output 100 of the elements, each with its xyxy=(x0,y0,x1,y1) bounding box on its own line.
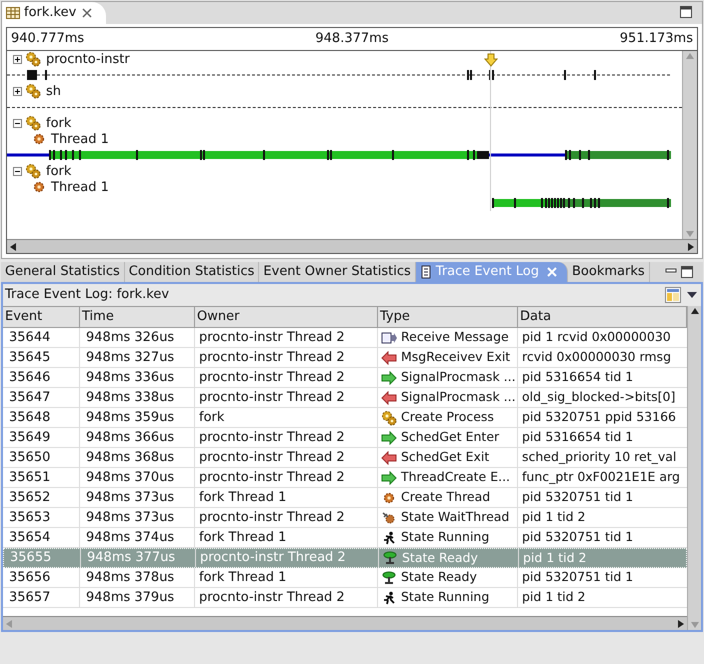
table-cell-text: 948ms 368us xyxy=(86,448,174,467)
table-cell-text: pid 5320751 tid 1 xyxy=(522,568,634,586)
collapse-icon[interactable] xyxy=(13,118,22,128)
time-label: 951.173ms xyxy=(620,30,693,48)
table-cell-text: pid 1 rcvid 0x00000030 xyxy=(522,328,671,346)
table-row[interactable]: 35656 948ms 378us fork Thread 1 State Ready pid 5320751 tid 1 xyxy=(3,568,687,588)
table-cell-text: 35656 xyxy=(9,568,50,587)
table-row[interactable]: 35652 948ms 373us fork Thread 1 Create Thread pid 5320751 tid 1 xyxy=(3,488,687,508)
table-cell-text: 35655 xyxy=(10,549,52,568)
gear-icon xyxy=(33,181,45,193)
right-arrow-icon xyxy=(381,370,397,384)
gears-icon xyxy=(25,115,41,131)
table-cell-text: 948ms 359us xyxy=(86,408,174,427)
table-cell-text: 948ms 327us xyxy=(86,348,174,367)
table-cell-text: fork Thread 1 xyxy=(199,568,286,587)
dropdown-icon[interactable] xyxy=(687,292,697,298)
table-cell-text: old_sig_blocked->bits[0] xyxy=(522,388,676,406)
maximize-icon[interactable] xyxy=(681,266,693,278)
gears-icon xyxy=(25,83,41,99)
table-cell-text: 35644 xyxy=(9,328,50,347)
table-cell-text: pid 1 tid 2 xyxy=(522,588,586,606)
table-row[interactable]: 35651 948ms 370us procnto-instr Thread 2 ThreadCreate E... func_ptr 0xF0021E1E arg xyxy=(3,468,687,488)
table-cell-text: State Running xyxy=(401,528,490,546)
editor-tab[interactable]: fork.kev xyxy=(2,2,106,24)
table-icon xyxy=(6,7,20,19)
table-cell-text: procnto-instr Thread 2 xyxy=(199,388,345,407)
time-label: 948.377ms xyxy=(315,30,389,48)
column-header[interactable]: Event xyxy=(3,307,80,327)
table-cell-text: fork Thread 1 xyxy=(199,528,286,547)
collapse-icon[interactable] xyxy=(13,166,22,176)
scroll-icon xyxy=(420,265,432,279)
tree-item[interactable]: fork xyxy=(46,116,72,130)
table-cell-text: MsgReceivev Exit xyxy=(401,348,510,366)
table-row[interactable]: 35647 948ms 338us procnto-instr Thread 2 SignalProcmask ... old_sig_blocked->bits[0] xyxy=(3,388,687,408)
gears-icon xyxy=(25,163,41,179)
table-cell-text: 35648 xyxy=(9,408,50,427)
scrollbar[interactable] xyxy=(7,239,697,253)
expand-icon[interactable] xyxy=(13,86,22,96)
table-cell-text: procnto-instr Thread 2 xyxy=(199,348,345,367)
table-row[interactable]: 35644 948ms 326us procnto-instr Thread 2 Receive Message pid 1 rcvid 0x00000030 xyxy=(3,328,687,348)
left-arrow-icon xyxy=(381,390,397,404)
table-row[interactable]: 35657 948ms 379us procnto-instr Thread 2 State Running pid 1 tid 2 xyxy=(3,588,687,608)
right-arrow-icon[interactable] xyxy=(678,620,684,628)
table-cell-text: procnto-instr Thread 2 xyxy=(199,428,345,447)
table-cell-text: 35653 xyxy=(9,508,50,527)
ready-icon xyxy=(382,570,396,584)
table-row[interactable]: 35650 948ms 368us procnto-instr Thread 2 SchedGet Exit sched_priority 10 ret_val xyxy=(3,448,687,468)
up-arrow-icon[interactable] xyxy=(690,308,698,314)
table-cell-text: procnto-instr Thread 2 xyxy=(199,588,345,607)
expand-icon[interactable] xyxy=(13,54,22,64)
tree-item[interactable]: fork xyxy=(46,164,72,178)
column-header[interactable]: Time xyxy=(80,307,195,327)
table-cell-text: func_ptr 0xF0021E1E arg xyxy=(522,468,680,486)
table-cell-text: 948ms 373us xyxy=(86,508,174,527)
scrollbar[interactable] xyxy=(3,616,687,630)
table-cell-text: procnto-instr Thread 2 xyxy=(199,448,345,467)
column-header[interactable]: Owner xyxy=(195,307,378,327)
table-cell-text: 35650 xyxy=(9,448,50,467)
gear-icon xyxy=(383,492,395,504)
table-cell-text: 35647 xyxy=(9,388,50,407)
table-row[interactable]: 35645 948ms 327us procnto-instr Thread 2 MsgReceivev Exit rcvid 0x00000030 rmsg xyxy=(3,348,687,368)
table-cell-text: procnto-instr Thread 2 xyxy=(199,328,345,347)
table-cell-text: pid 5316654 tid 1 xyxy=(522,428,634,446)
down-arrow-icon xyxy=(484,53,498,67)
left-arrow-icon xyxy=(381,350,397,364)
table-cell-text: SignalProcmask ... xyxy=(401,388,516,406)
table-cell-text: procnto-instr Thread 2 xyxy=(199,508,345,527)
table-row[interactable]: 35653 948ms 373us procnto-instr Thread 2 State WaitThread pid 1 tid 2 xyxy=(3,508,687,528)
gears-icon xyxy=(25,51,41,67)
table-cell-text: rcvid 0x00000030 rmsg xyxy=(522,348,672,366)
table-cell-text: pid 5320751 ppid 53166 xyxy=(522,408,676,426)
table-cell-text: 948ms 326us xyxy=(86,328,174,347)
scrollbar[interactable] xyxy=(687,306,701,630)
tree-item[interactable]: sh xyxy=(46,84,62,98)
table-row[interactable]: 35646 948ms 336us procnto-instr Thread 2 SignalProcmask ... pid 5316654 tid 1 xyxy=(3,368,687,388)
tree-item[interactable]: procnto-instr xyxy=(46,52,130,66)
maximize-icon[interactable] xyxy=(680,6,692,18)
close-icon[interactable] xyxy=(82,8,92,18)
table-cell-text: procnto-instr Thread 2 xyxy=(199,368,345,387)
table-cell-text: pid 5316654 tid 1 xyxy=(522,368,634,386)
column-header[interactable]: Type xyxy=(378,307,518,327)
columns-icon[interactable] xyxy=(665,287,681,303)
table-row[interactable]: 35648 948ms 359us fork Create Process pid 5320751 ppid 53166 xyxy=(3,408,687,428)
table-cell-text: 948ms 366us xyxy=(86,428,174,447)
gear-icon xyxy=(33,133,45,145)
table-cell: State Ready xyxy=(402,549,478,567)
tree-item[interactable]: Thread 1 xyxy=(51,180,109,194)
left-arrow-icon[interactable] xyxy=(10,242,16,250)
table-cell-text: procnto-instr Thread 2 xyxy=(200,549,346,568)
table-cell-text: 35646 xyxy=(9,368,50,387)
wait-icon xyxy=(382,510,396,524)
tree-item[interactable]: Thread 1 xyxy=(51,132,109,146)
table-cell-text: fork xyxy=(199,408,224,427)
right-arrow-icon xyxy=(381,470,397,484)
table-cell-text: 948ms 374us xyxy=(86,528,174,547)
table-cell-text: SignalProcmask ... xyxy=(401,368,516,386)
runner-icon xyxy=(382,590,396,604)
table-cell-text: Create Thread xyxy=(401,488,490,506)
right-arrow-icon[interactable] xyxy=(688,242,694,250)
table-row[interactable]: 35649 948ms 366us procnto-instr Thread 2 SchedGet Enter pid 5316654 tid 1 xyxy=(3,428,687,448)
